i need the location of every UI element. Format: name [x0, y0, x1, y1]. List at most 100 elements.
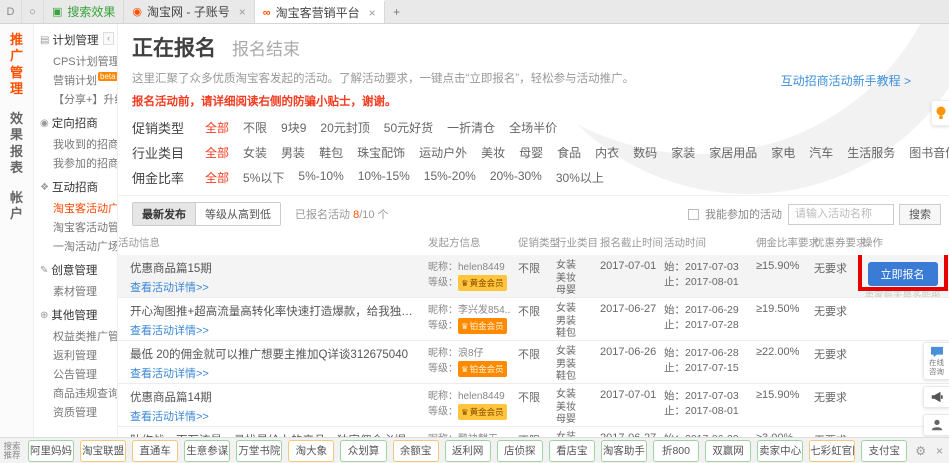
- filter-option[interactable]: 全部: [198, 169, 236, 186]
- quick-link[interactable]: 卖家中心: [757, 440, 803, 462]
- quick-link[interactable]: 万堂书院: [236, 440, 282, 462]
- tab-close-icon[interactable]: ×: [239, 5, 246, 19]
- filter-option[interactable]: 内衣: [588, 144, 626, 161]
- quick-link[interactable]: 七彩虹官网: [809, 440, 855, 462]
- sort-tab[interactable]: 最新发布: [133, 203, 195, 225]
- sidebar-item[interactable]: 商品违规查询工具: [40, 383, 117, 402]
- filter-option[interactable]: 5%以下: [236, 169, 291, 186]
- browser-tab-taobao[interactable]: ◉ 淘宝网 - 子账号 ×: [124, 0, 254, 23]
- activity-time-cell: 始：2017-07-03 止：2017-08-01: [664, 260, 756, 290]
- taobao-favicon-icon: ◉: [132, 5, 142, 18]
- quick-link[interactable]: 淘客助手: [601, 440, 647, 462]
- view-detail-link[interactable]: 查看活动详情>>: [130, 408, 209, 424]
- sidebar-item[interactable]: 一淘活动广场: [40, 236, 117, 255]
- filter-option[interactable]: 10%-15%: [351, 169, 417, 186]
- quick-link[interactable]: 直通车: [132, 440, 178, 462]
- sidebar-item[interactable]: 素材管理: [40, 281, 117, 300]
- filter-option[interactable]: 运动户外: [412, 144, 474, 161]
- quick-link[interactable]: 众划算: [340, 440, 386, 462]
- sidebar-collapse-button[interactable]: ‹: [103, 32, 114, 45]
- sidebar-group-title-other[interactable]: ⊕ 其他管理: [40, 307, 117, 323]
- filter-option[interactable]: 鞋包: [312, 144, 350, 161]
- quick-link[interactable]: 淘宝联盟: [80, 440, 126, 462]
- contact-widget[interactable]: [923, 414, 949, 436]
- primary-nav-item[interactable]: 帐户: [10, 190, 24, 223]
- quick-link[interactable]: 返利网: [445, 440, 491, 462]
- filter-option[interactable]: 全部: [198, 119, 236, 136]
- filter-option[interactable]: 男装: [274, 144, 312, 161]
- tips-widget[interactable]: [931, 100, 949, 126]
- browser-tab-tbk-platform[interactable]: ∞ 淘宝客营销平台 ×: [255, 0, 385, 23]
- view-detail-link[interactable]: 查看活动详情>>: [130, 365, 209, 381]
- filter-option[interactable]: 全场半价: [502, 119, 564, 136]
- my-eligible-checkbox-label[interactable]: 我能参加的活动: [705, 206, 782, 222]
- browser-menu-icon[interactable]: D: [0, 0, 22, 23]
- primary-nav-item[interactable]: 效果报表: [10, 111, 24, 176]
- filter-option[interactable]: 不限: [236, 119, 274, 136]
- sidebar-item[interactable]: 公告管理: [40, 364, 117, 383]
- sort-tab[interactable]: 等级从高到低: [195, 203, 280, 225]
- search-button[interactable]: 搜索: [899, 204, 941, 225]
- filter-option[interactable]: 食品: [550, 144, 588, 161]
- filter-option[interactable]: 50元好货: [377, 119, 440, 136]
- tutorial-link[interactable]: 互动招商活动新手教程 >: [781, 72, 911, 89]
- sidebar-item[interactable]: 营销计划beta: [40, 70, 117, 89]
- close-icon[interactable]: ×: [934, 444, 945, 458]
- quick-link[interactable]: 双赢网: [705, 440, 751, 462]
- view-detail-link[interactable]: 查看活动详情>>: [130, 279, 209, 295]
- primary-nav-item[interactable]: 推广管理: [10, 32, 24, 97]
- tab-ended-activities[interactable]: 报名结束: [232, 35, 300, 60]
- filter-option[interactable]: 9块9: [274, 119, 313, 136]
- new-tab-button[interactable]: +: [385, 0, 409, 23]
- filter-option[interactable]: 家电: [764, 144, 802, 161]
- sidebar-group-title-creative[interactable]: ✎ 创意管理: [40, 262, 117, 278]
- filter-option[interactable]: 生活服务: [840, 144, 902, 161]
- filter-option[interactable]: 汽车: [802, 144, 840, 161]
- filter-option[interactable]: 30%以上: [549, 169, 611, 186]
- sidebar-group-title-interactive[interactable]: ❖ 互动招商: [40, 179, 117, 195]
- tab-close-icon[interactable]: ×: [369, 6, 376, 20]
- filter-option[interactable]: 女装: [236, 144, 274, 161]
- filter-option[interactable]: 图书音像: [902, 144, 949, 161]
- browser-home-icon[interactable]: ○: [22, 0, 44, 23]
- gear-icon[interactable]: ⚙: [913, 444, 928, 458]
- search-input[interactable]: [788, 204, 894, 225]
- sidebar-item[interactable]: 淘宝客活动管理: [40, 217, 117, 236]
- quick-link[interactable]: 看店宝: [549, 440, 595, 462]
- quick-link[interactable]: 支付宝: [861, 440, 907, 462]
- filter-option[interactable]: 珠宝配饰: [350, 144, 412, 161]
- filter-option[interactable]: 一折清仓: [440, 119, 502, 136]
- view-detail-link[interactable]: 查看活动详情>>: [130, 322, 209, 338]
- sidebar-item[interactable]: 我参加的招商需求: [40, 153, 117, 172]
- quick-link[interactable]: 淘大象: [288, 440, 334, 462]
- filter-option[interactable]: 美妆: [474, 144, 512, 161]
- filter-option[interactable]: 家居用品: [702, 144, 764, 161]
- quick-link[interactable]: 余额宝: [393, 440, 439, 462]
- filter-option[interactable]: 20%-30%: [483, 169, 549, 186]
- filter-option[interactable]: 数码: [626, 144, 664, 161]
- filter-option[interactable]: 20元封顶: [313, 119, 376, 136]
- online-chat-widget[interactable]: 在线 咨询: [923, 342, 949, 380]
- filter-option[interactable]: 母婴: [512, 144, 550, 161]
- announcement-widget[interactable]: [923, 386, 949, 408]
- sidebar-item[interactable]: 返利管理: [40, 345, 117, 364]
- sidebar-item[interactable]: 我收到的招商需求: [40, 134, 117, 153]
- sidebar-item[interactable]: 【分享+】升级管理: [40, 89, 117, 108]
- quick-link[interactable]: 店侦探: [497, 440, 543, 462]
- browser-tab-extension[interactable]: ▣ 搜索效果: [44, 0, 124, 23]
- sidebar-item[interactable]: 权益类推广管理New: [40, 326, 117, 345]
- filter-option[interactable]: 家装: [664, 144, 702, 161]
- sidebar-item[interactable]: 淘宝客活动广场: [40, 198, 117, 217]
- my-eligible-checkbox[interactable]: [688, 209, 699, 220]
- sidebar-item[interactable]: CPS计划管理: [40, 51, 117, 70]
- quick-link[interactable]: 阿里妈妈: [28, 440, 74, 462]
- signup-button[interactable]: 立即报名: [868, 262, 938, 286]
- filter-option[interactable]: 15%-20%: [417, 169, 483, 186]
- filter-option[interactable]: 5%-10%: [291, 169, 350, 186]
- filter-option[interactable]: 全部: [198, 144, 236, 161]
- quick-link[interactable]: 生意参谋: [184, 440, 230, 462]
- quick-link[interactable]: 折800: [653, 440, 699, 462]
- sidebar-item[interactable]: 资质管理: [40, 402, 117, 421]
- sidebar-group-title-targeted[interactable]: ◉ 定向招商: [40, 115, 117, 131]
- level-badge: ♛铂金会员: [458, 361, 507, 377]
